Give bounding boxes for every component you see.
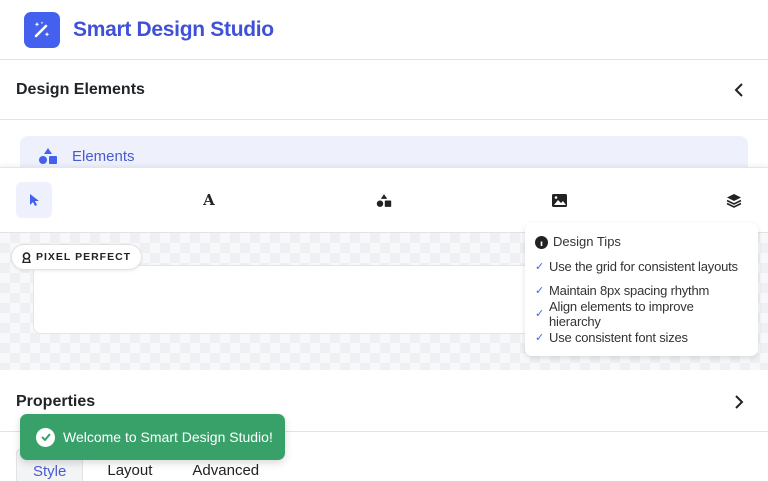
check-icon: ✓ [535, 308, 545, 321]
tip-item: ✓ Use consistent font sizes [535, 329, 688, 345]
check-icon: ✓ [535, 331, 545, 344]
check-icon: ✓ [535, 284, 545, 297]
tip-item: ✓ Use the grid for consistent layouts [535, 259, 738, 275]
section-title: Properties [16, 392, 96, 410]
app-header: Smart Design Studio [0, 0, 768, 60]
sidebar-item-label: Elements [72, 147, 135, 165]
chevron-right-icon[interactable] [734, 394, 744, 409]
font-icon: A [203, 191, 215, 209]
shapes-icon [376, 193, 392, 207]
design-elements-header[interactable]: Design Elements [0, 60, 768, 120]
app-title: Smart Design Studio [73, 17, 274, 41]
tip-item: ✓ Align elements to improve hierarchy [535, 298, 694, 329]
layers-icon [726, 193, 742, 208]
cursor-icon [30, 194, 39, 206]
toast-message: Welcome to Smart Design Studio! [63, 429, 273, 445]
layers-tool-button[interactable] [716, 182, 752, 218]
shapes-tool-button[interactable] [366, 182, 402, 218]
section-title: Design Elements [16, 80, 145, 98]
pixel-perfect-badge: PIXEL PERFECT [11, 244, 143, 270]
badge-label: PIXEL PERFECT [36, 251, 132, 263]
check-icon: ✓ [535, 261, 545, 274]
shapes-icon [39, 148, 57, 164]
canvas-card[interactable] [33, 265, 553, 334]
image-icon [551, 193, 567, 207]
select-tool-button[interactable] [16, 182, 52, 218]
award-icon [22, 251, 31, 263]
welcome-toast: Welcome to Smart Design Studio! [20, 414, 285, 460]
image-tool-button[interactable] [541, 182, 577, 218]
tips-title: Design Tips [553, 235, 621, 249]
chevron-left-icon[interactable] [734, 82, 744, 97]
magic-wand-icon [24, 11, 60, 48]
design-tips-panel: Design Tips ✓ Use the grid for consistent… [525, 223, 758, 356]
text-tool-button[interactable]: A [191, 182, 227, 218]
check-circle-icon [36, 427, 55, 447]
design-canvas[interactable]: PIXEL PERFECT Design Tips ✓ Use the grid … [0, 223, 768, 370]
info-icon [535, 236, 548, 249]
